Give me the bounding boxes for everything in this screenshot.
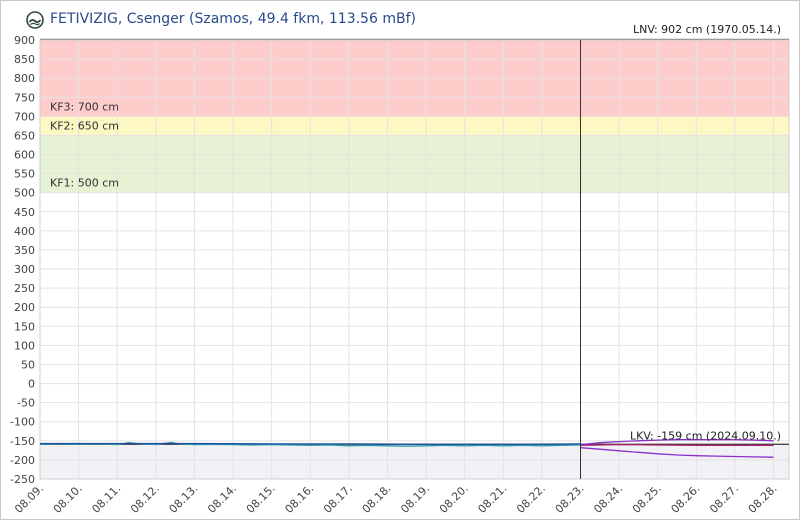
threshold-label-0: KF3: 700 cm [50, 100, 119, 113]
x-tick-label: 08.19. [398, 482, 432, 516]
lnv-label: LNV: 902 cm (1970.05.14.) [633, 23, 781, 36]
y-tick-label: -200 [10, 454, 35, 467]
x-tick-label: 08.20. [437, 482, 471, 516]
y-tick-label: 350 [14, 244, 35, 257]
y-tick-label: 500 [14, 187, 35, 200]
x-tick-label: 08.10. [51, 482, 85, 516]
zone-band-3 [40, 444, 789, 479]
y-tick-label: 50 [21, 358, 35, 371]
x-tick-label: 08.25. [630, 482, 664, 516]
y-tick-label: 100 [14, 339, 35, 352]
y-tick-label: 800 [14, 72, 35, 85]
threshold-label-1: KF2: 650 cm [50, 119, 119, 132]
zone-band-1 [40, 116, 789, 136]
y-tick-label: 450 [14, 206, 35, 219]
x-tick-label: 08.27. [707, 482, 741, 516]
x-tick-label: 08.14. [205, 482, 239, 516]
threshold-label-2: KF1: 500 cm [50, 177, 119, 190]
x-tick-label: 08.15. [244, 482, 278, 516]
y-tick-label: 850 [14, 53, 35, 66]
x-tick-label: 08.16. [282, 482, 316, 516]
x-tick-label: 08.17. [321, 482, 355, 516]
zone-band-2 [40, 135, 789, 193]
y-tick-label: -100 [10, 416, 35, 429]
x-tick-label: 08.09. [12, 482, 46, 516]
y-tick-label: 0 [28, 378, 35, 391]
x-tick-label: 08.13. [167, 482, 201, 516]
x-tick-label: 08.22. [514, 482, 548, 516]
y-tick-label: 750 [14, 91, 35, 104]
threshold-zones [40, 40, 789, 479]
x-tick-label: 08.18. [360, 482, 394, 516]
y-tick-label: 700 [14, 110, 35, 123]
y-tick-label: 400 [14, 225, 35, 238]
x-tick-label: 08.21. [475, 482, 509, 516]
y-tick-label: 600 [14, 149, 35, 162]
water-level-chart: KF3: 700 cm KF2: 650 cm KF1: 500 cm LNV: 90… [10, 23, 790, 516]
x-tick-label: 08.26. [669, 482, 703, 516]
x-tick-label: 08.28. [746, 482, 780, 516]
y-tick-label: 900 [14, 34, 35, 47]
y-tick-label: 650 [14, 129, 35, 142]
x-tick-label: 08.23. [553, 482, 587, 516]
lkv-label: LKV: -159 cm (2024.09.10.) [630, 429, 781, 442]
y-tick-label: -250 [10, 473, 35, 486]
y-tick-label: 250 [14, 282, 35, 295]
y-tick-label: -50 [17, 397, 35, 410]
x-tick-label: 08.12. [128, 482, 162, 516]
y-tick-label: 150 [14, 320, 35, 333]
y-tick-label: -150 [10, 435, 35, 448]
y-tick-label: 550 [14, 168, 35, 181]
x-tick-label: 08.24. [591, 482, 625, 516]
x-tick-label: 08.11. [89, 482, 123, 516]
y-tick-label: 200 [14, 301, 35, 314]
y-tick-label: 300 [14, 263, 35, 276]
